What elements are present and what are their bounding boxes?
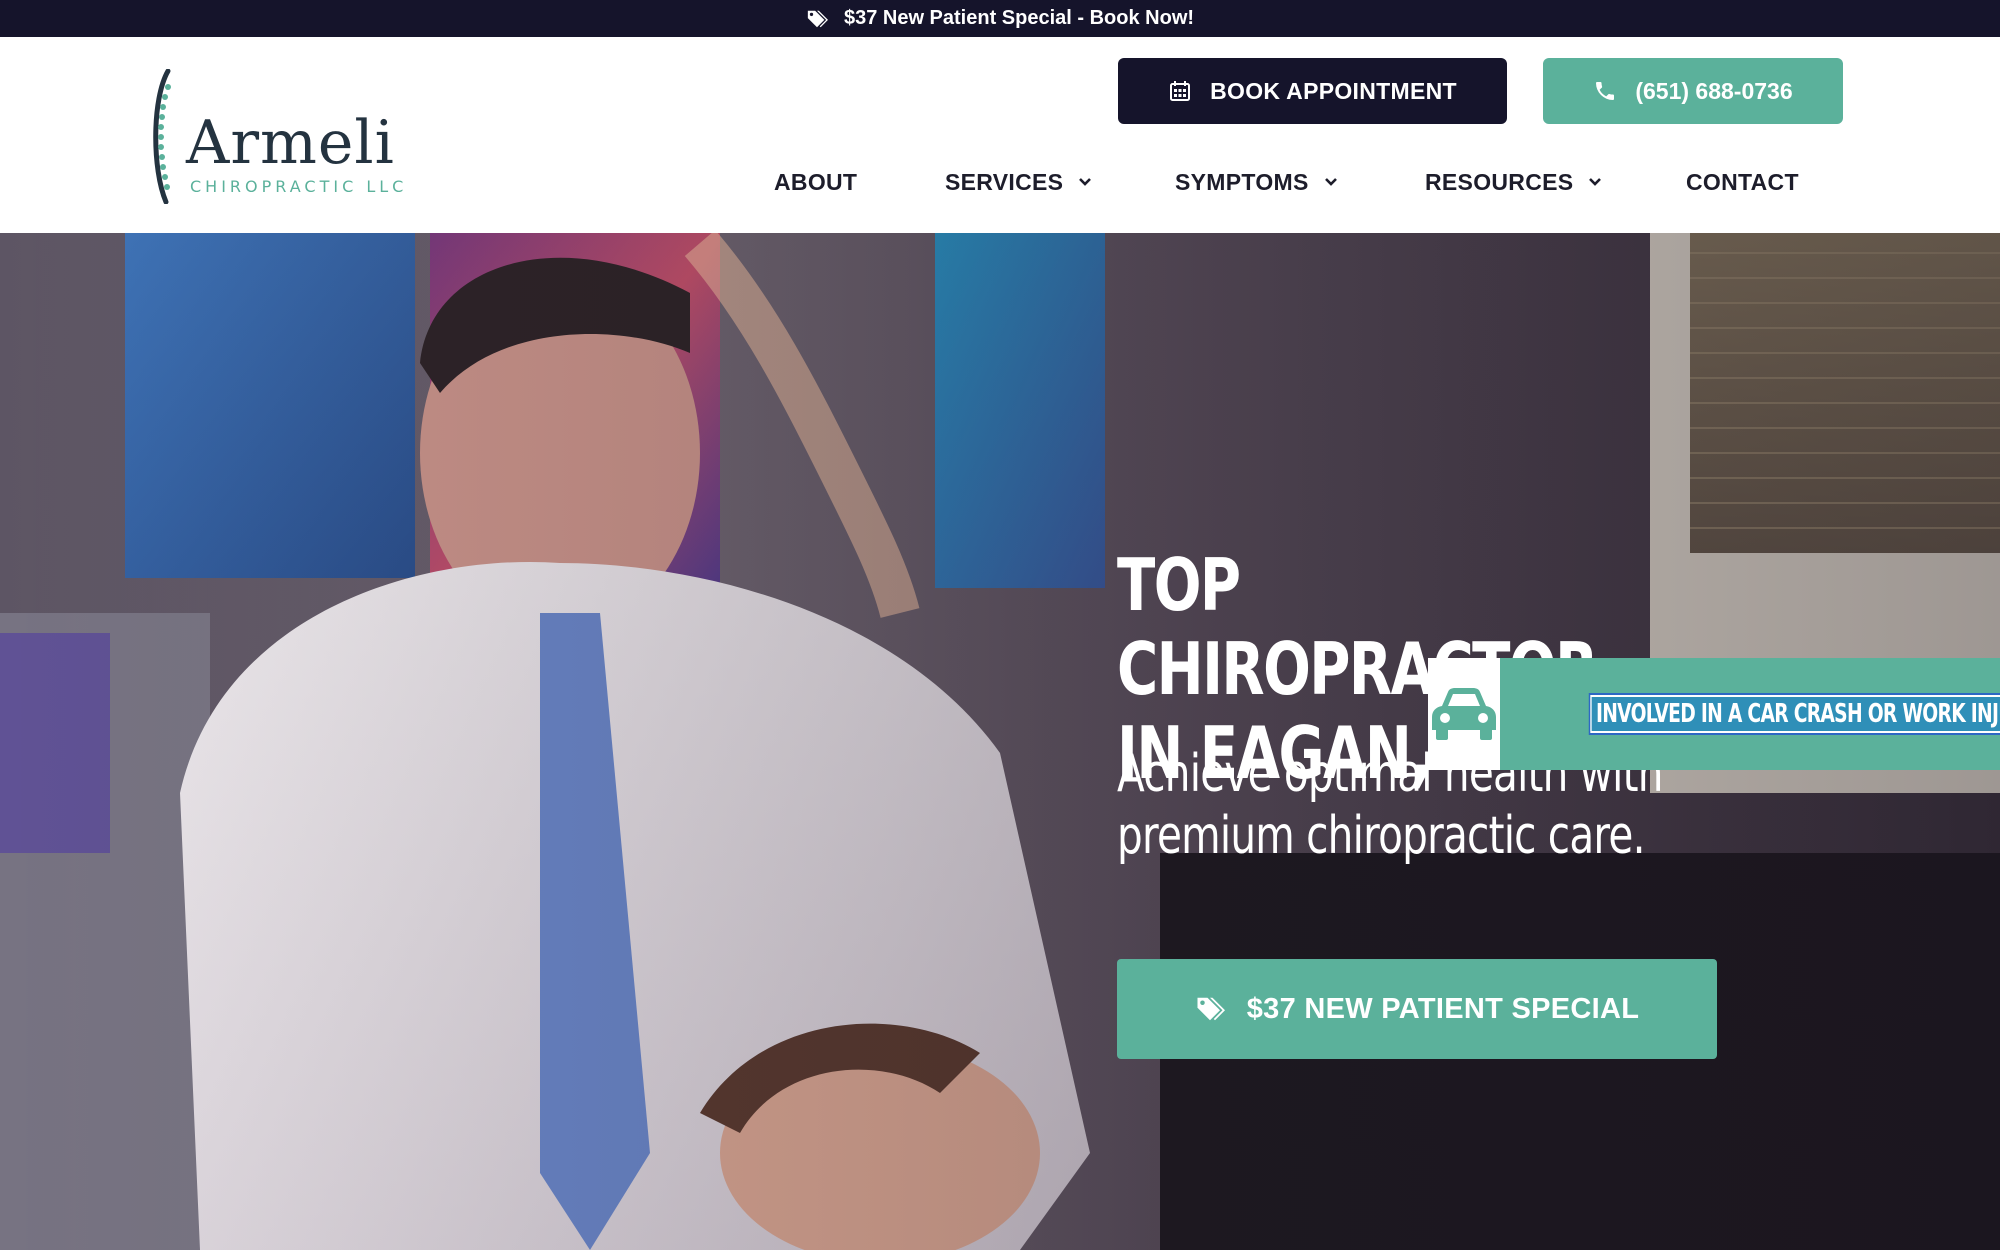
car-icon [1432,688,1496,740]
nav-item-resources[interactable]: RESOURCES [1425,162,1603,202]
chevron-down-icon [1079,178,1092,186]
tags-icon [1197,997,1225,1021]
calendar-icon [1170,81,1191,101]
phone-button[interactable]: (651) 688-0736 [1543,58,1843,124]
main-nav: ABOUT SERVICES SYMPTOMS RESOURCES CONTAC… [0,162,2000,202]
promo-text: $37 New Patient Special - Book Now! [843,7,1195,29]
chevron-down-icon [1589,178,1602,186]
car-icon-box [1428,658,1500,770]
nav-item-about[interactable]: ABOUT [774,162,857,202]
nav-item-symptoms[interactable]: SYMPTOMS [1175,162,1339,202]
car-crash-flyout[interactable]: INVOLVED IN A CAR CRASH OR WORK INJURY? [1428,658,2000,770]
site-header: Armeli CHIROPRACTIC LLC BOOK APPOINTMENT… [0,37,2000,233]
new-patient-special-button[interactable]: $37 NEW PATIENT SPECIAL [1117,959,1717,1059]
nav-item-label: CONTACT [1686,168,1799,195]
promo-bar[interactable]: $37 New Patient Special - Book Now! [0,0,2000,37]
nav-item-label: SERVICES [945,168,1064,195]
hero-section: TOP CHIROPRACTOR IN EAGAN, Achieve optim… [0,233,2000,1250]
tags-icon [807,10,828,27]
chevron-down-icon [1324,178,1337,186]
nav-item-services[interactable]: SERVICES [945,162,1093,202]
book-appointment-label: BOOK APPOINTMENT [1210,77,1457,104]
car-crash-label-box[interactable]: INVOLVED IN A CAR CRASH OR WORK INJURY? [1500,658,2000,770]
phone-icon [1596,82,1615,100]
book-appointment-button[interactable]: BOOK APPOINTMENT [1118,58,1507,124]
nav-item-label: SYMPTOMS [1175,168,1309,195]
nav-item-label: RESOURCES [1425,168,1574,195]
nav-item-label: ABOUT [774,168,858,195]
new-patient-special-label: $37 NEW PATIENT SPECIAL [1246,992,1640,1025]
car-crash-label: INVOLVED IN A CAR CRASH OR WORK INJURY? [1588,693,2000,735]
phone-label: (651) 688-0736 [1635,77,1793,104]
nav-item-contact[interactable]: CONTACT [1686,162,1799,202]
